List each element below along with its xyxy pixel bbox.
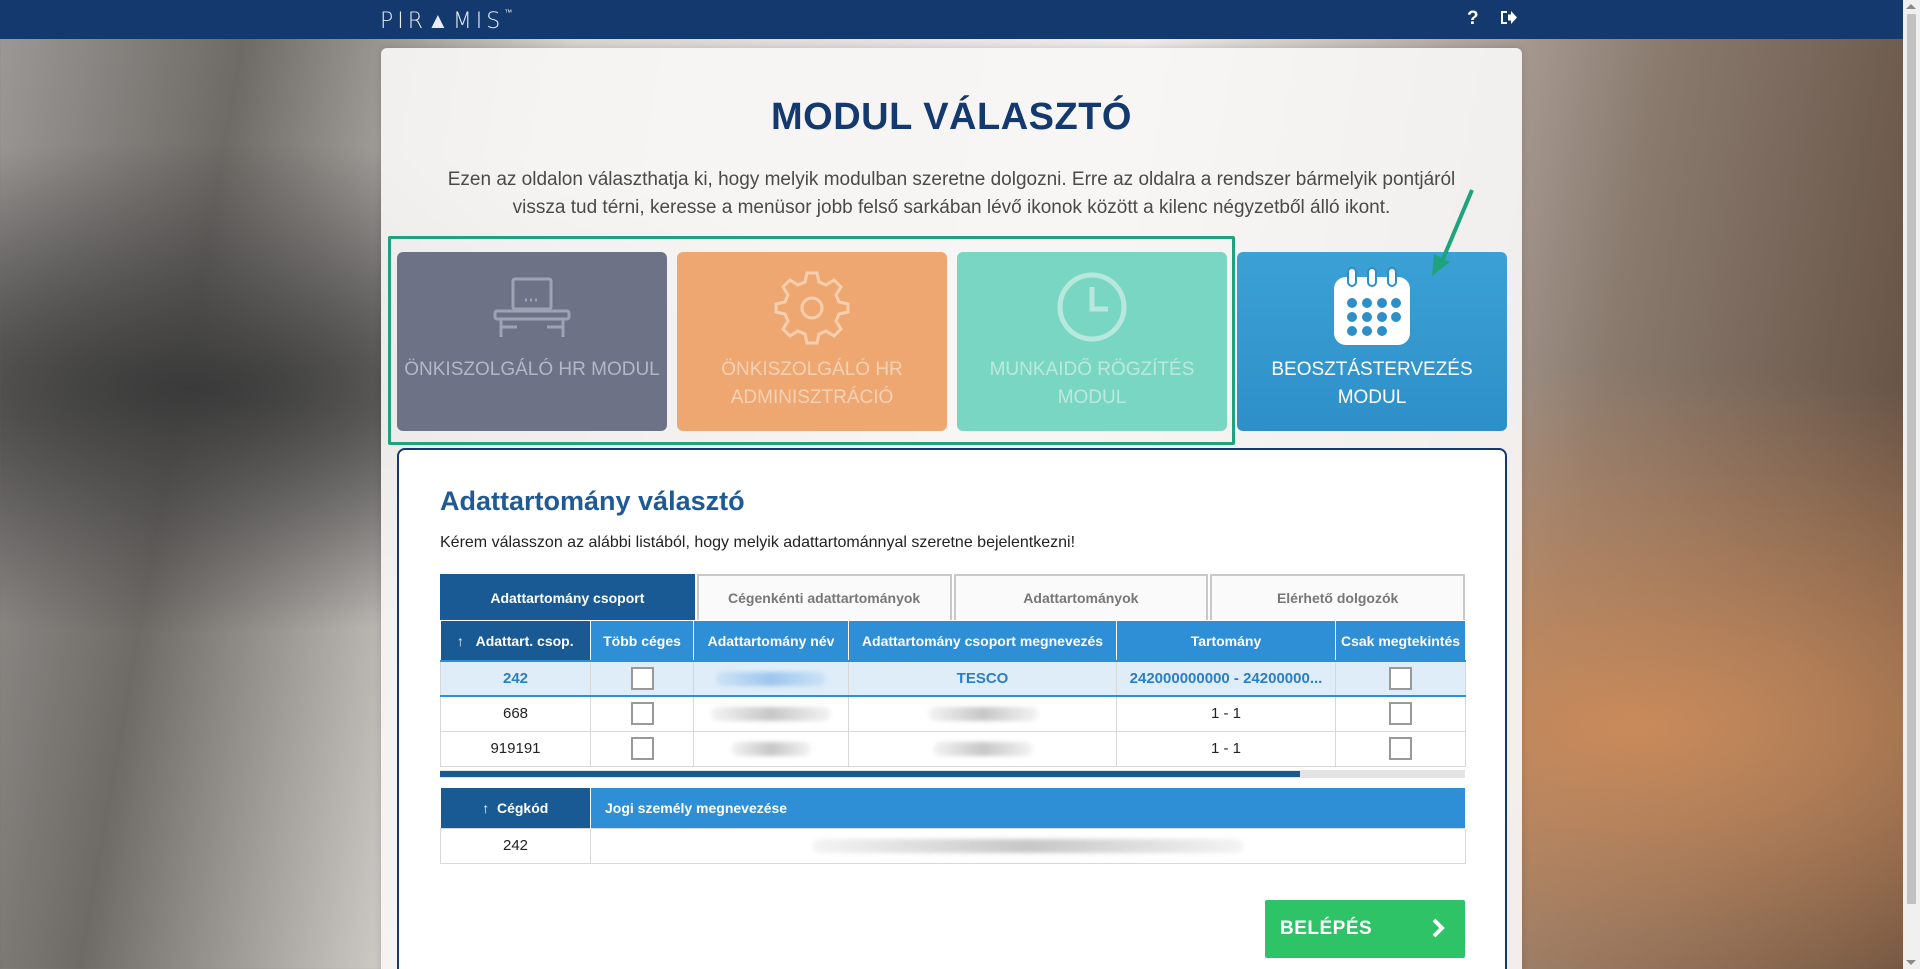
data-domain-selector: Adattartomány választó Kérem válasszon a… bbox=[397, 448, 1507, 969]
header-label: Cégkód bbox=[496, 799, 549, 816]
horizontal-scrollbar[interactable] bbox=[440, 770, 1465, 778]
scroll-thumb[interactable] bbox=[440, 771, 1300, 777]
cell-group-name bbox=[848, 730, 1117, 767]
company-grid: ↑ Cégkód Jogi személy megnevezése 242 bbox=[440, 788, 1466, 864]
redacted-text bbox=[927, 707, 1038, 722]
sort-asc-icon: ↑ bbox=[482, 799, 490, 816]
multi-company-checkbox[interactable] bbox=[630, 702, 654, 726]
chevron-right-icon bbox=[1432, 918, 1445, 938]
cell-view-only bbox=[1335, 730, 1466, 767]
redacted-text bbox=[932, 742, 1033, 757]
logo-trademark: ™ bbox=[504, 8, 513, 17]
module-tile-selfservice-hr-admin[interactable]: ÖNKISZOLGÁLÓ HR ADMINISZTRÁCIÓ bbox=[677, 252, 947, 431]
redacted-text bbox=[711, 707, 831, 722]
redacted-text bbox=[731, 742, 811, 757]
desk-icon bbox=[491, 266, 573, 348]
domain-tabs: Adattartomány csoport Cégenkénti adattar… bbox=[440, 574, 1465, 620]
logo-text: PIR▲MIS bbox=[380, 9, 505, 34]
piramis-logo[interactable]: PIR▲MIS™ bbox=[380, 8, 512, 34]
column-header-group-name[interactable]: Adattartomány csoport megnevezés bbox=[848, 621, 1117, 661]
cell-company-code: 242 bbox=[440, 827, 591, 864]
cell-view-only bbox=[1335, 695, 1466, 732]
redacted-text bbox=[716, 672, 826, 687]
clock-icon bbox=[1056, 266, 1128, 348]
page-scrollbar[interactable] bbox=[1903, 0, 1920, 969]
module-tile-selfservice-hr[interactable]: ÖNKISZOLGÁLÓ HR MODUL bbox=[397, 252, 667, 431]
calendar-icon bbox=[1332, 266, 1412, 348]
module-label: BEOSZTÁSTERVEZÉS MODUL bbox=[1271, 359, 1473, 408]
column-header-domain-name[interactable]: Adattartomány név bbox=[693, 621, 849, 661]
cell-domain-name bbox=[693, 695, 849, 732]
sign-out-icon[interactable] bbox=[1500, 9, 1518, 32]
cell-multi-company bbox=[590, 730, 694, 767]
table-row[interactable]: 919191 1 - 1 bbox=[440, 730, 1466, 767]
view-only-checkbox[interactable] bbox=[1389, 702, 1412, 726]
scroll-up-icon[interactable] bbox=[1906, 4, 1916, 9]
table-row[interactable]: 242 TESCO 242000000000 - 24200000... bbox=[440, 660, 1466, 697]
scroll-thumb[interactable] bbox=[1907, 14, 1916, 904]
multi-company-checkbox[interactable] bbox=[630, 667, 654, 690]
multi-company-checkbox[interactable] bbox=[630, 737, 654, 760]
cell-range: 1 - 1 bbox=[1116, 730, 1336, 767]
domain-subtitle: Kérem válasszon az alábbi listából, hogy… bbox=[440, 534, 1076, 551]
tab-domain-group[interactable]: Adattartomány csoport bbox=[440, 574, 695, 620]
login-button[interactable]: BELÉPÉS bbox=[1265, 900, 1465, 958]
cell-group-name bbox=[848, 695, 1117, 732]
column-header-multi-company[interactable]: Több céges bbox=[590, 621, 694, 661]
domain-group-grid: ↑ Adattart. csop. Több céges Adattartomá… bbox=[440, 621, 1466, 767]
cell-legal-entity bbox=[590, 827, 1466, 864]
cell-range: 242000000000 - 24200000... bbox=[1116, 660, 1336, 697]
column-header-view-only[interactable]: Csak megtekintés bbox=[1335, 621, 1466, 661]
column-header-range[interactable]: Tartomány bbox=[1116, 621, 1336, 661]
tab-available-employees[interactable]: Elérhető dolgozók bbox=[1210, 574, 1465, 620]
domain-title: Adattartomány választó bbox=[440, 486, 745, 516]
scroll-down-icon[interactable] bbox=[1906, 960, 1916, 965]
tab-domains[interactable]: Adattartományok bbox=[953, 574, 1209, 620]
cell-group-code: 242 bbox=[440, 660, 591, 697]
module-label: MUNKAIDŐ RÖGZÍTÉS MODUL bbox=[989, 359, 1195, 408]
pointer-arrow-icon bbox=[1432, 189, 1474, 276]
gear-icon bbox=[774, 266, 850, 348]
sort-asc-icon: ↑ bbox=[456, 632, 464, 649]
column-header-group[interactable]: ↑ Adattart. csop. bbox=[440, 621, 591, 661]
column-header-company-code[interactable]: ↑ Cégkód bbox=[440, 788, 591, 828]
cell-group-name: TESCO bbox=[848, 660, 1117, 697]
intro-text: Ezen az oldalon választhatja ki, hogy me… bbox=[447, 169, 1456, 218]
cell-domain-name bbox=[693, 660, 849, 697]
cell-group-code: 668 bbox=[440, 695, 591, 732]
module-tile-time-tracking[interactable]: MUNKAIDŐ RÖGZÍTÉS MODUL bbox=[957, 252, 1227, 431]
module-label: ÖNKISZOLGÁLÓ HR ADMINISZTRÁCIÓ bbox=[721, 359, 903, 408]
cell-range: 1 - 1 bbox=[1116, 695, 1336, 732]
cell-domain-name bbox=[693, 730, 849, 767]
cell-group-code: 919191 bbox=[440, 730, 591, 767]
help-icon[interactable]: ? bbox=[1467, 8, 1479, 30]
redacted-text bbox=[813, 839, 1243, 854]
view-only-checkbox[interactable] bbox=[1389, 737, 1412, 760]
login-label: BELÉPÉS bbox=[1280, 918, 1373, 939]
tab-company-domains[interactable]: Cégenkénti adattartományok bbox=[696, 574, 952, 620]
cell-multi-company bbox=[590, 660, 694, 697]
view-only-checkbox[interactable] bbox=[1389, 667, 1412, 690]
top-navbar: PIR▲MIS™ ? bbox=[0, 0, 1903, 39]
table-row[interactable]: 242 bbox=[440, 827, 1466, 864]
cell-view-only bbox=[1335, 660, 1466, 697]
column-header-legal-entity[interactable]: Jogi személy megnevezése bbox=[590, 788, 1466, 828]
table-row[interactable]: 668 1 - 1 bbox=[440, 695, 1466, 732]
header-label: Adattart. csop. bbox=[475, 632, 574, 649]
module-label: ÖNKISZOLGÁLÓ HR MODUL bbox=[404, 359, 660, 380]
cell-multi-company bbox=[590, 695, 694, 732]
page-title: MODUL VÁLASZTÓ bbox=[771, 96, 1132, 138]
